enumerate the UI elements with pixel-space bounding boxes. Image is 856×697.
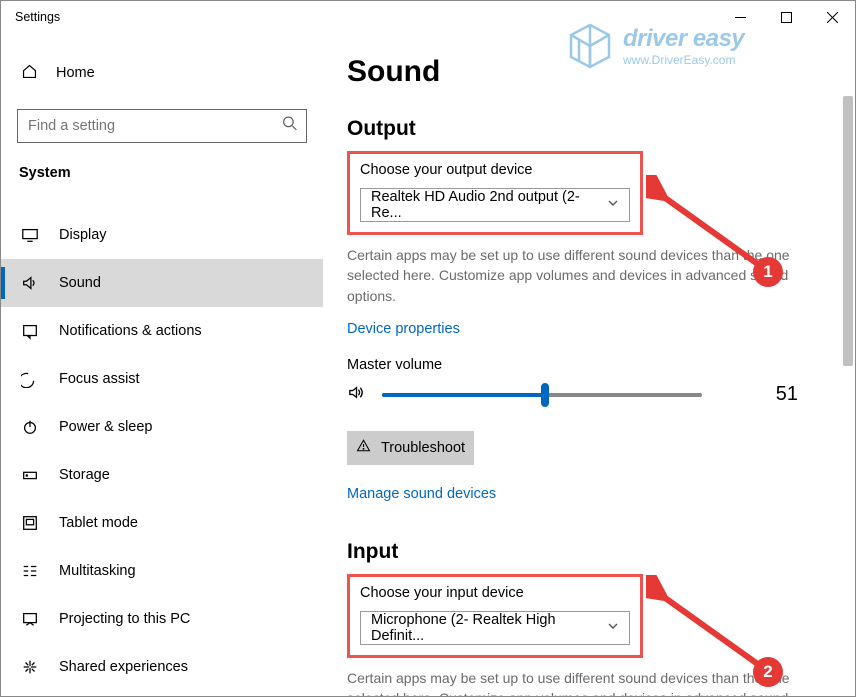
volume-slider-thumb[interactable]	[541, 383, 549, 407]
sidebar-item-label: Tablet mode	[59, 515, 138, 531]
annotation-highlight-input: Choose your input device Microphone (2- …	[347, 574, 643, 658]
troubleshoot-label: Troubleshoot	[381, 440, 465, 456]
sidebar-item-projecting[interactable]: Projecting to this PC	[1, 595, 323, 643]
device-properties-link[interactable]: Device properties	[347, 321, 460, 337]
chevron-down-icon	[607, 197, 619, 213]
output-heading: Output	[347, 117, 831, 141]
search-input[interactable]	[28, 118, 272, 134]
output-device-selected: Realtek HD Audio 2nd output (2- Re...	[371, 189, 607, 221]
speaker-icon[interactable]	[347, 383, 366, 407]
focus-icon	[21, 370, 39, 388]
sidebar-item-label: Storage	[59, 467, 110, 483]
sidebar-item-display[interactable]: Display	[1, 211, 323, 259]
home-icon	[21, 63, 38, 84]
page-title: Sound	[347, 55, 831, 89]
chevron-down-icon	[607, 620, 619, 636]
sidebar-item-label: Power & sleep	[59, 419, 153, 435]
display-icon	[21, 226, 39, 244]
sidebar-item-label: Multitasking	[59, 563, 136, 579]
projecting-icon	[21, 610, 39, 628]
input-device-selected: Microphone (2- Realtek High Definit...	[371, 612, 607, 644]
volume-value: 51	[758, 383, 798, 406]
close-button[interactable]	[809, 1, 855, 33]
input-heading: Input	[347, 540, 831, 564]
input-helper-text: Certain apps may be set up to use differ…	[347, 668, 792, 696]
annotation-highlight-output: Choose your output device Realtek HD Aud…	[347, 151, 643, 235]
window-title: Settings	[15, 10, 60, 24]
tablet-icon	[21, 514, 39, 532]
sidebar-item-label: Display	[59, 227, 107, 243]
sidebar-item-shared[interactable]: Shared experiences	[1, 643, 323, 691]
manage-sound-devices-link[interactable]: Manage sound devices	[347, 486, 496, 502]
section-heading: System	[17, 165, 307, 181]
main-content: Sound Output Choose your output device R…	[323, 33, 855, 696]
sound-icon	[21, 274, 39, 292]
master-volume-label: Master volume	[347, 357, 831, 373]
sidebar-item-power[interactable]: Power & sleep	[1, 403, 323, 451]
sidebar-item-notifications[interactable]: Notifications & actions	[1, 307, 323, 355]
window-controls	[717, 1, 855, 33]
sidebar-nav: Display Sound Notifications & actions Fo…	[1, 211, 323, 691]
home-label: Home	[56, 65, 95, 81]
shared-icon	[21, 658, 39, 676]
notifications-icon	[21, 322, 39, 340]
input-device-dropdown[interactable]: Microphone (2- Realtek High Definit...	[360, 611, 630, 645]
titlebar: Settings	[1, 1, 855, 33]
sidebar-item-label: Notifications & actions	[59, 323, 202, 339]
settings-window: Settings Home	[0, 0, 856, 697]
sidebar-item-label: Shared experiences	[59, 659, 188, 675]
storage-icon	[21, 466, 39, 484]
sidebar-item-tablet[interactable]: Tablet mode	[1, 499, 323, 547]
power-icon	[21, 418, 39, 436]
output-device-label: Choose your output device	[360, 162, 630, 178]
sidebar-item-storage[interactable]: Storage	[1, 451, 323, 499]
sidebar-item-focus-assist[interactable]: Focus assist	[1, 355, 323, 403]
volume-slider-fill	[382, 393, 545, 397]
sidebar-item-sound[interactable]: Sound	[1, 259, 323, 307]
sidebar-item-label: Projecting to this PC	[59, 611, 190, 627]
sidebar: Home System Display Sound	[1, 33, 323, 696]
home-nav[interactable]: Home	[17, 51, 307, 95]
sidebar-item-label: Focus assist	[59, 371, 140, 387]
search-box[interactable]	[17, 109, 307, 143]
scrollbar-thumb[interactable]	[843, 96, 853, 366]
input-device-label: Choose your input device	[360, 585, 630, 601]
output-helper-text: Certain apps may be set up to use differ…	[347, 245, 792, 306]
output-device-dropdown[interactable]: Realtek HD Audio 2nd output (2- Re...	[360, 188, 630, 222]
volume-slider[interactable]	[382, 393, 702, 397]
sidebar-item-label: Sound	[59, 275, 101, 291]
sidebar-item-multitasking[interactable]: Multitasking	[1, 547, 323, 595]
volume-row: 51	[347, 383, 831, 407]
minimize-button[interactable]	[717, 1, 763, 33]
troubleshoot-button[interactable]: Troubleshoot	[347, 431, 474, 465]
maximize-button[interactable]	[763, 1, 809, 33]
multitasking-icon	[21, 562, 39, 580]
search-icon	[282, 116, 298, 137]
warning-icon	[356, 438, 371, 457]
